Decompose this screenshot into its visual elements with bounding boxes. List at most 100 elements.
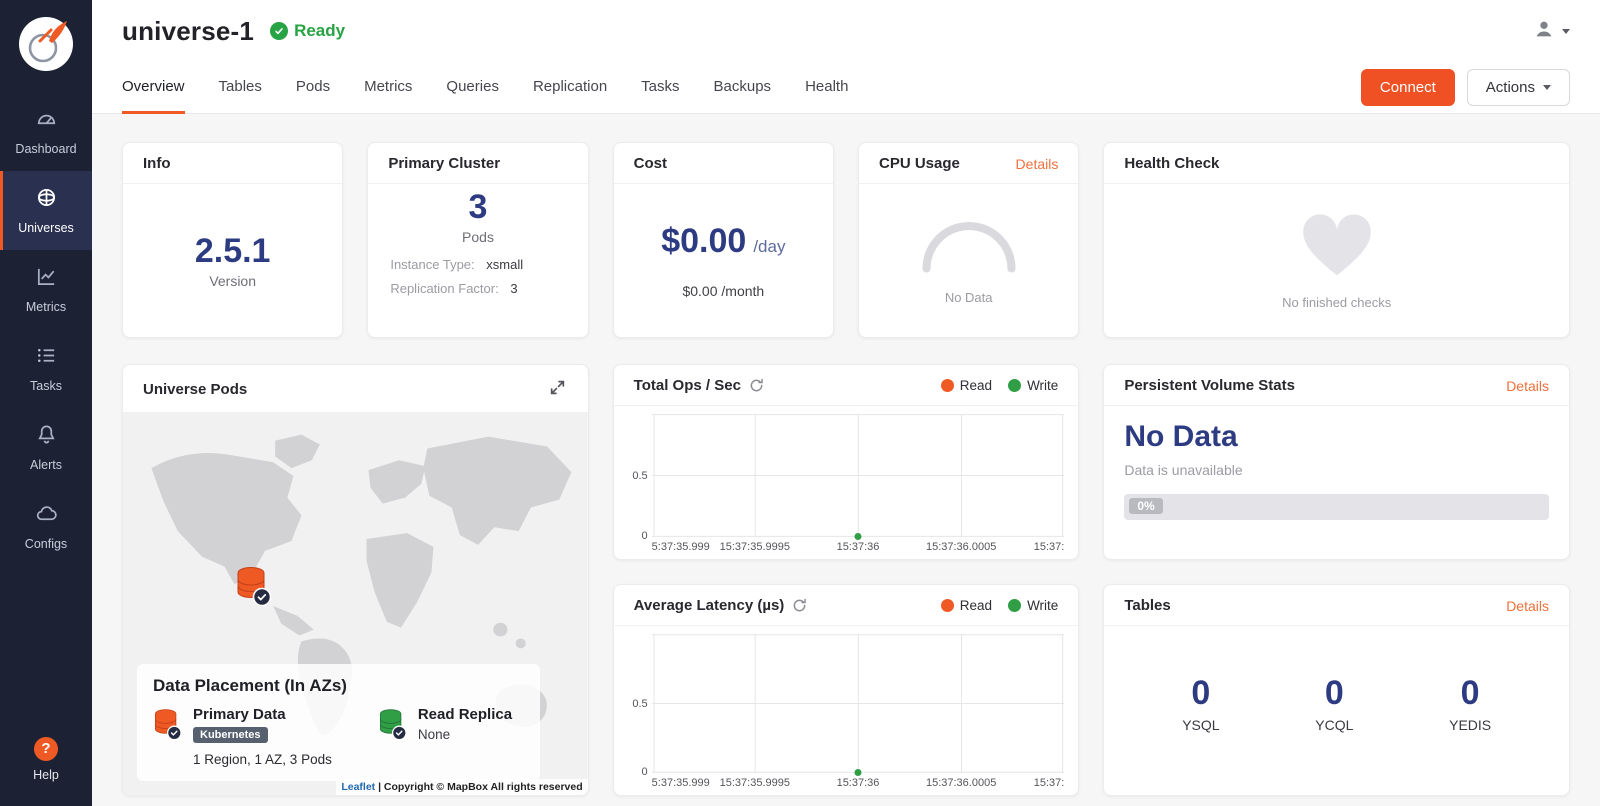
chart-legend: Read Write <box>941 378 1059 393</box>
stat-label: YSQL <box>1182 717 1219 733</box>
read-legend-dot-icon <box>941 599 954 612</box>
heart-icon <box>1301 212 1373 283</box>
card-header: Average Latency (µs) Read <box>614 585 1079 626</box>
read-replica-block: Read Replica None <box>378 706 512 767</box>
attribution-text: | Copyright © MapBox All rights reserved <box>378 781 583 793</box>
leaflet-link[interactable]: Leaflet <box>341 781 375 793</box>
info-card: Info 2.5.1 Version <box>122 142 343 338</box>
cpu-no-data-label: No Data <box>945 290 993 305</box>
usage-bar: 0% <box>1124 494 1549 520</box>
legend-write[interactable]: Write <box>1008 598 1058 613</box>
chart-gridlines <box>652 414 1065 537</box>
x-tick-label: 15:37:35.9995 <box>720 541 790 553</box>
yedis-stat: 0 YEDIS <box>1449 674 1491 733</box>
volume-details-link[interactable]: Details <box>1506 378 1549 394</box>
ops-chart-plot[interactable]: 0.5 0 <box>652 414 1065 537</box>
tables-details-link[interactable]: Details <box>1506 598 1549 614</box>
expand-icon[interactable] <box>547 377 568 401</box>
card-title: Primary Cluster <box>388 155 500 172</box>
primary-data-info: 1 Region, 1 AZ, 3 Pods <box>193 752 332 767</box>
refresh-icon[interactable] <box>749 378 764 393</box>
ysql-stat: 0 YSQL <box>1182 674 1219 733</box>
tab-tables[interactable]: Tables <box>219 62 262 114</box>
tab-replication[interactable]: Replication <box>533 62 607 114</box>
legend-label: Write <box>1027 598 1058 613</box>
legend-write[interactable]: Write <box>1008 378 1058 393</box>
tab-bar-actions: Connect Actions <box>1361 69 1570 106</box>
card-header: Health Check <box>1104 143 1569 184</box>
connect-button-label: Connect <box>1380 79 1436 96</box>
stat-label: YCQL <box>1315 717 1353 733</box>
sidebar-item-configs[interactable]: Configs <box>0 487 92 566</box>
user-menu-button[interactable] <box>1533 18 1570 45</box>
card-header: CPU Usage Details <box>859 143 1078 184</box>
row-label: Instance Type: <box>390 257 474 272</box>
primary-data-block: Primary Data Kubernetes 1 Region, 1 AZ, … <box>153 706 332 767</box>
sidebar-item-dashboard[interactable]: Dashboard <box>0 92 92 171</box>
card-body: 2.5.1 Version <box>123 184 342 337</box>
card-title: Universe Pods <box>143 381 247 398</box>
cloud-icon <box>35 502 58 530</box>
tab-tasks[interactable]: Tasks <box>641 62 679 114</box>
card-body: No finished checks <box>1104 184 1569 337</box>
persistent-volume-card: Persistent Volume Stats Details No Data … <box>1103 364 1570 560</box>
user-icon <box>1533 18 1555 45</box>
card-body: No Data Data is unavailable 0% <box>1104 406 1569 559</box>
row-value: 3 <box>510 281 517 296</box>
x-axis-labels: 5:37:35.999 15:37:35.9995 15:37:36 15:37… <box>652 537 1065 555</box>
tab-overview[interactable]: Overview <box>122 62 185 114</box>
pods-caption: Pods <box>462 229 494 245</box>
sidebar-item-help[interactable]: ? Help <box>0 718 92 800</box>
sidebar-item-label: Metrics <box>26 300 66 314</box>
card-body: 3 Pods Instance Type: xsmall Replication… <box>368 184 587 337</box>
sidebar-item-tasks[interactable]: Tasks <box>0 329 92 408</box>
sidebar: Dashboard Universes Metrics <box>0 0 92 806</box>
actions-button[interactable]: Actions <box>1467 69 1570 106</box>
card-header: Primary Cluster <box>368 143 587 184</box>
legend-read[interactable]: Read <box>941 378 992 393</box>
app-logo[interactable] <box>0 0 92 92</box>
tab-metrics[interactable]: Metrics <box>364 62 412 114</box>
average-latency-chart-card: Average Latency (µs) Read <box>613 584 1080 796</box>
card-title: CPU Usage <box>879 155 960 172</box>
card-body: 0 YSQL 0 YCQL 0 YEDIS <box>1104 626 1569 795</box>
universe-header: universe-1 Ready <box>92 0 1600 62</box>
world-map[interactable]: Data Placement (In AZs) <box>123 413 588 795</box>
card-title: Info <box>143 155 171 172</box>
primary-database-icon <box>153 706 183 767</box>
legend-label: Read <box>960 378 992 393</box>
cpu-usage-card: CPU Usage Details No Data <box>858 142 1079 338</box>
status-label: Ready <box>294 21 345 41</box>
sidebar-item-label: Alerts <box>30 458 62 472</box>
refresh-icon[interactable] <box>792 598 807 613</box>
overview-content: Info 2.5.1 Version Primary Cluster 3 P <box>92 114 1600 806</box>
sidebar-item-label: Help <box>33 768 59 782</box>
row-value: xsmall <box>486 257 523 272</box>
stat-value: 0 <box>1461 674 1480 713</box>
connect-button[interactable]: Connect <box>1361 69 1455 106</box>
sidebar-item-alerts[interactable]: Alerts <box>0 408 92 487</box>
tab-pods[interactable]: Pods <box>296 62 330 114</box>
x-tick-label: 15:37: <box>1034 541 1065 553</box>
tab-health[interactable]: Health <box>805 62 848 114</box>
card-header: Cost <box>614 143 833 184</box>
sidebar-item-metrics[interactable]: Metrics <box>0 250 92 329</box>
cpu-details-link[interactable]: Details <box>1016 156 1059 172</box>
stat-label: YEDIS <box>1449 717 1491 733</box>
card-header: Universe Pods <box>123 365 588 413</box>
legend-label: Read <box>960 598 992 613</box>
legend-read[interactable]: Read <box>941 598 992 613</box>
tab-backups[interactable]: Backups <box>714 62 772 114</box>
instance-type-row: Instance Type: xsmall <box>390 257 587 272</box>
metrics-chart-icon <box>35 265 58 293</box>
x-tick-label: 15:37:36.0005 <box>926 777 996 789</box>
tab-queries[interactable]: Queries <box>446 62 499 114</box>
y-tick-label: 0 <box>624 766 648 778</box>
replica-database-icon <box>378 706 408 767</box>
latency-chart-plot[interactable]: 0.5 0 <box>652 634 1065 773</box>
x-tick-label: 15:37:36 <box>837 541 880 553</box>
kubernetes-badge: Kubernetes <box>193 727 268 743</box>
health-empty-label: No finished checks <box>1282 295 1391 310</box>
map-marker[interactable] <box>235 566 273 613</box>
sidebar-item-universes[interactable]: Universes <box>0 171 92 250</box>
